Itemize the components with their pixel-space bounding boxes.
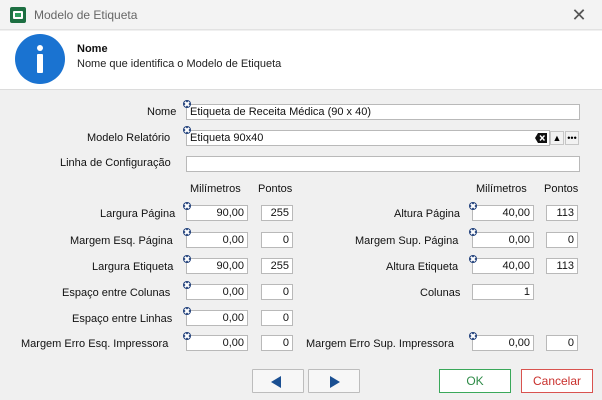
- margem-erro-esq-pt-input[interactable]: 0: [261, 335, 293, 351]
- largura-etiqueta-label: Largura Etiqueta: [92, 261, 174, 273]
- clear-icon[interactable]: [469, 255, 477, 263]
- arrow-left-icon: [271, 376, 281, 388]
- clear-icon[interactable]: [469, 332, 477, 340]
- altura-pagina-pt-input[interactable]: 113: [546, 205, 578, 221]
- left-pt-header: Pontos: [258, 183, 293, 195]
- clear-icon[interactable]: [183, 228, 191, 236]
- largura-etiqueta-pt-input[interactable]: 255: [261, 258, 293, 274]
- espaco-colunas-pt-input[interactable]: 0: [261, 284, 293, 300]
- altura-pagina-mm-input[interactable]: 40,00: [472, 205, 534, 221]
- colunas-label: Colunas: [420, 287, 461, 299]
- altura-etiqueta-pt-input[interactable]: 113: [546, 258, 578, 274]
- clear-icon[interactable]: [183, 332, 191, 340]
- margem-esq-pagina-mm-input[interactable]: 0,00: [186, 232, 248, 248]
- margem-erro-sup-mm-input[interactable]: 0,00: [472, 335, 534, 351]
- margem-erro-sup-label: Margem Erro Sup. Impressora: [306, 338, 454, 350]
- modelo-relatorio-input[interactable]: Etiqueta 90x40: [186, 130, 550, 146]
- help-description: Nome que identifica o Modelo de Etiqueta: [77, 58, 282, 70]
- clear-icon[interactable]: [183, 307, 191, 315]
- up-arrow-button[interactable]: ▲: [550, 131, 564, 145]
- cancel-button[interactable]: Cancelar: [521, 369, 593, 393]
- altura-etiqueta-label: Altura Etiqueta: [386, 261, 459, 273]
- help-title: Nome: [77, 43, 108, 55]
- close-icon[interactable]: ✕: [568, 4, 590, 26]
- espaco-linhas-mm-input[interactable]: 0,00: [186, 310, 248, 326]
- margem-sup-pagina-pt-input[interactable]: 0: [546, 232, 578, 248]
- right-pt-header: Pontos: [544, 183, 579, 195]
- espaco-linhas-pt-input[interactable]: 0: [261, 310, 293, 326]
- title-bar: Modelo de Etiqueta ✕: [0, 0, 602, 30]
- margem-esq-pagina-label: Margem Esq. Página: [70, 235, 173, 247]
- altura-pagina-label: Altura Página: [394, 208, 461, 220]
- largura-pagina-pt-input[interactable]: 255: [261, 205, 293, 221]
- margem-erro-esq-label: Margem Erro Esq. Impressora: [21, 338, 169, 350]
- clear-icon[interactable]: [183, 100, 191, 108]
- margem-erro-sup-pt-input[interactable]: 0: [546, 335, 578, 351]
- clear-icon[interactable]: [183, 281, 191, 289]
- help-header: Nome Nome que identifica o Modelo de Eti…: [0, 31, 602, 90]
- linha-configuracao-label: Linha de Configuração: [60, 157, 171, 169]
- clear-icon[interactable]: [469, 202, 477, 210]
- margem-esq-pagina-pt-input[interactable]: 0: [261, 232, 293, 248]
- espaco-colunas-mm-input[interactable]: 0,00: [186, 284, 248, 300]
- backspace-clear-icon[interactable]: [535, 133, 547, 143]
- clear-icon[interactable]: [183, 255, 191, 263]
- arrow-right-icon: [330, 376, 340, 388]
- clear-icon[interactable]: [183, 202, 191, 210]
- nome-label: Nome: [147, 106, 177, 118]
- margem-sup-pagina-mm-input[interactable]: 0,00: [472, 232, 534, 248]
- largura-pagina-mm-input[interactable]: 90,00: [186, 205, 248, 221]
- window-title: Modelo de Etiqueta: [34, 8, 138, 22]
- next-button[interactable]: [308, 369, 360, 393]
- espaco-colunas-label: Espaço entre Colunas: [62, 287, 171, 299]
- espaco-linhas-label: Espaço entre Linhas: [72, 313, 173, 325]
- ok-button[interactable]: OK: [439, 369, 511, 393]
- modelo-relatorio-label: Modelo Relatório: [87, 132, 171, 144]
- right-mm-header: Milímetros: [476, 183, 527, 195]
- margem-erro-esq-mm-input[interactable]: 0,00: [186, 335, 248, 351]
- clear-icon[interactable]: [469, 228, 477, 236]
- margem-sup-pagina-label: Margem Sup. Página: [355, 235, 459, 247]
- nome-input[interactable]: Etiqueta de Receita Médica (90 x 40): [186, 104, 580, 120]
- previous-button[interactable]: [252, 369, 304, 393]
- linha-configuracao-input[interactable]: [186, 156, 580, 172]
- more-options-button[interactable]: •••: [565, 131, 579, 145]
- colunas-input[interactable]: 1: [472, 284, 534, 300]
- altura-etiqueta-mm-input[interactable]: 40,00: [472, 258, 534, 274]
- largura-pagina-label: Largura Página: [100, 208, 176, 220]
- left-mm-header: Milímetros: [190, 183, 241, 195]
- largura-etiqueta-mm-input[interactable]: 90,00: [186, 258, 248, 274]
- app-icon: [10, 7, 26, 23]
- clear-icon[interactable]: [183, 126, 191, 134]
- info-icon: [15, 34, 65, 84]
